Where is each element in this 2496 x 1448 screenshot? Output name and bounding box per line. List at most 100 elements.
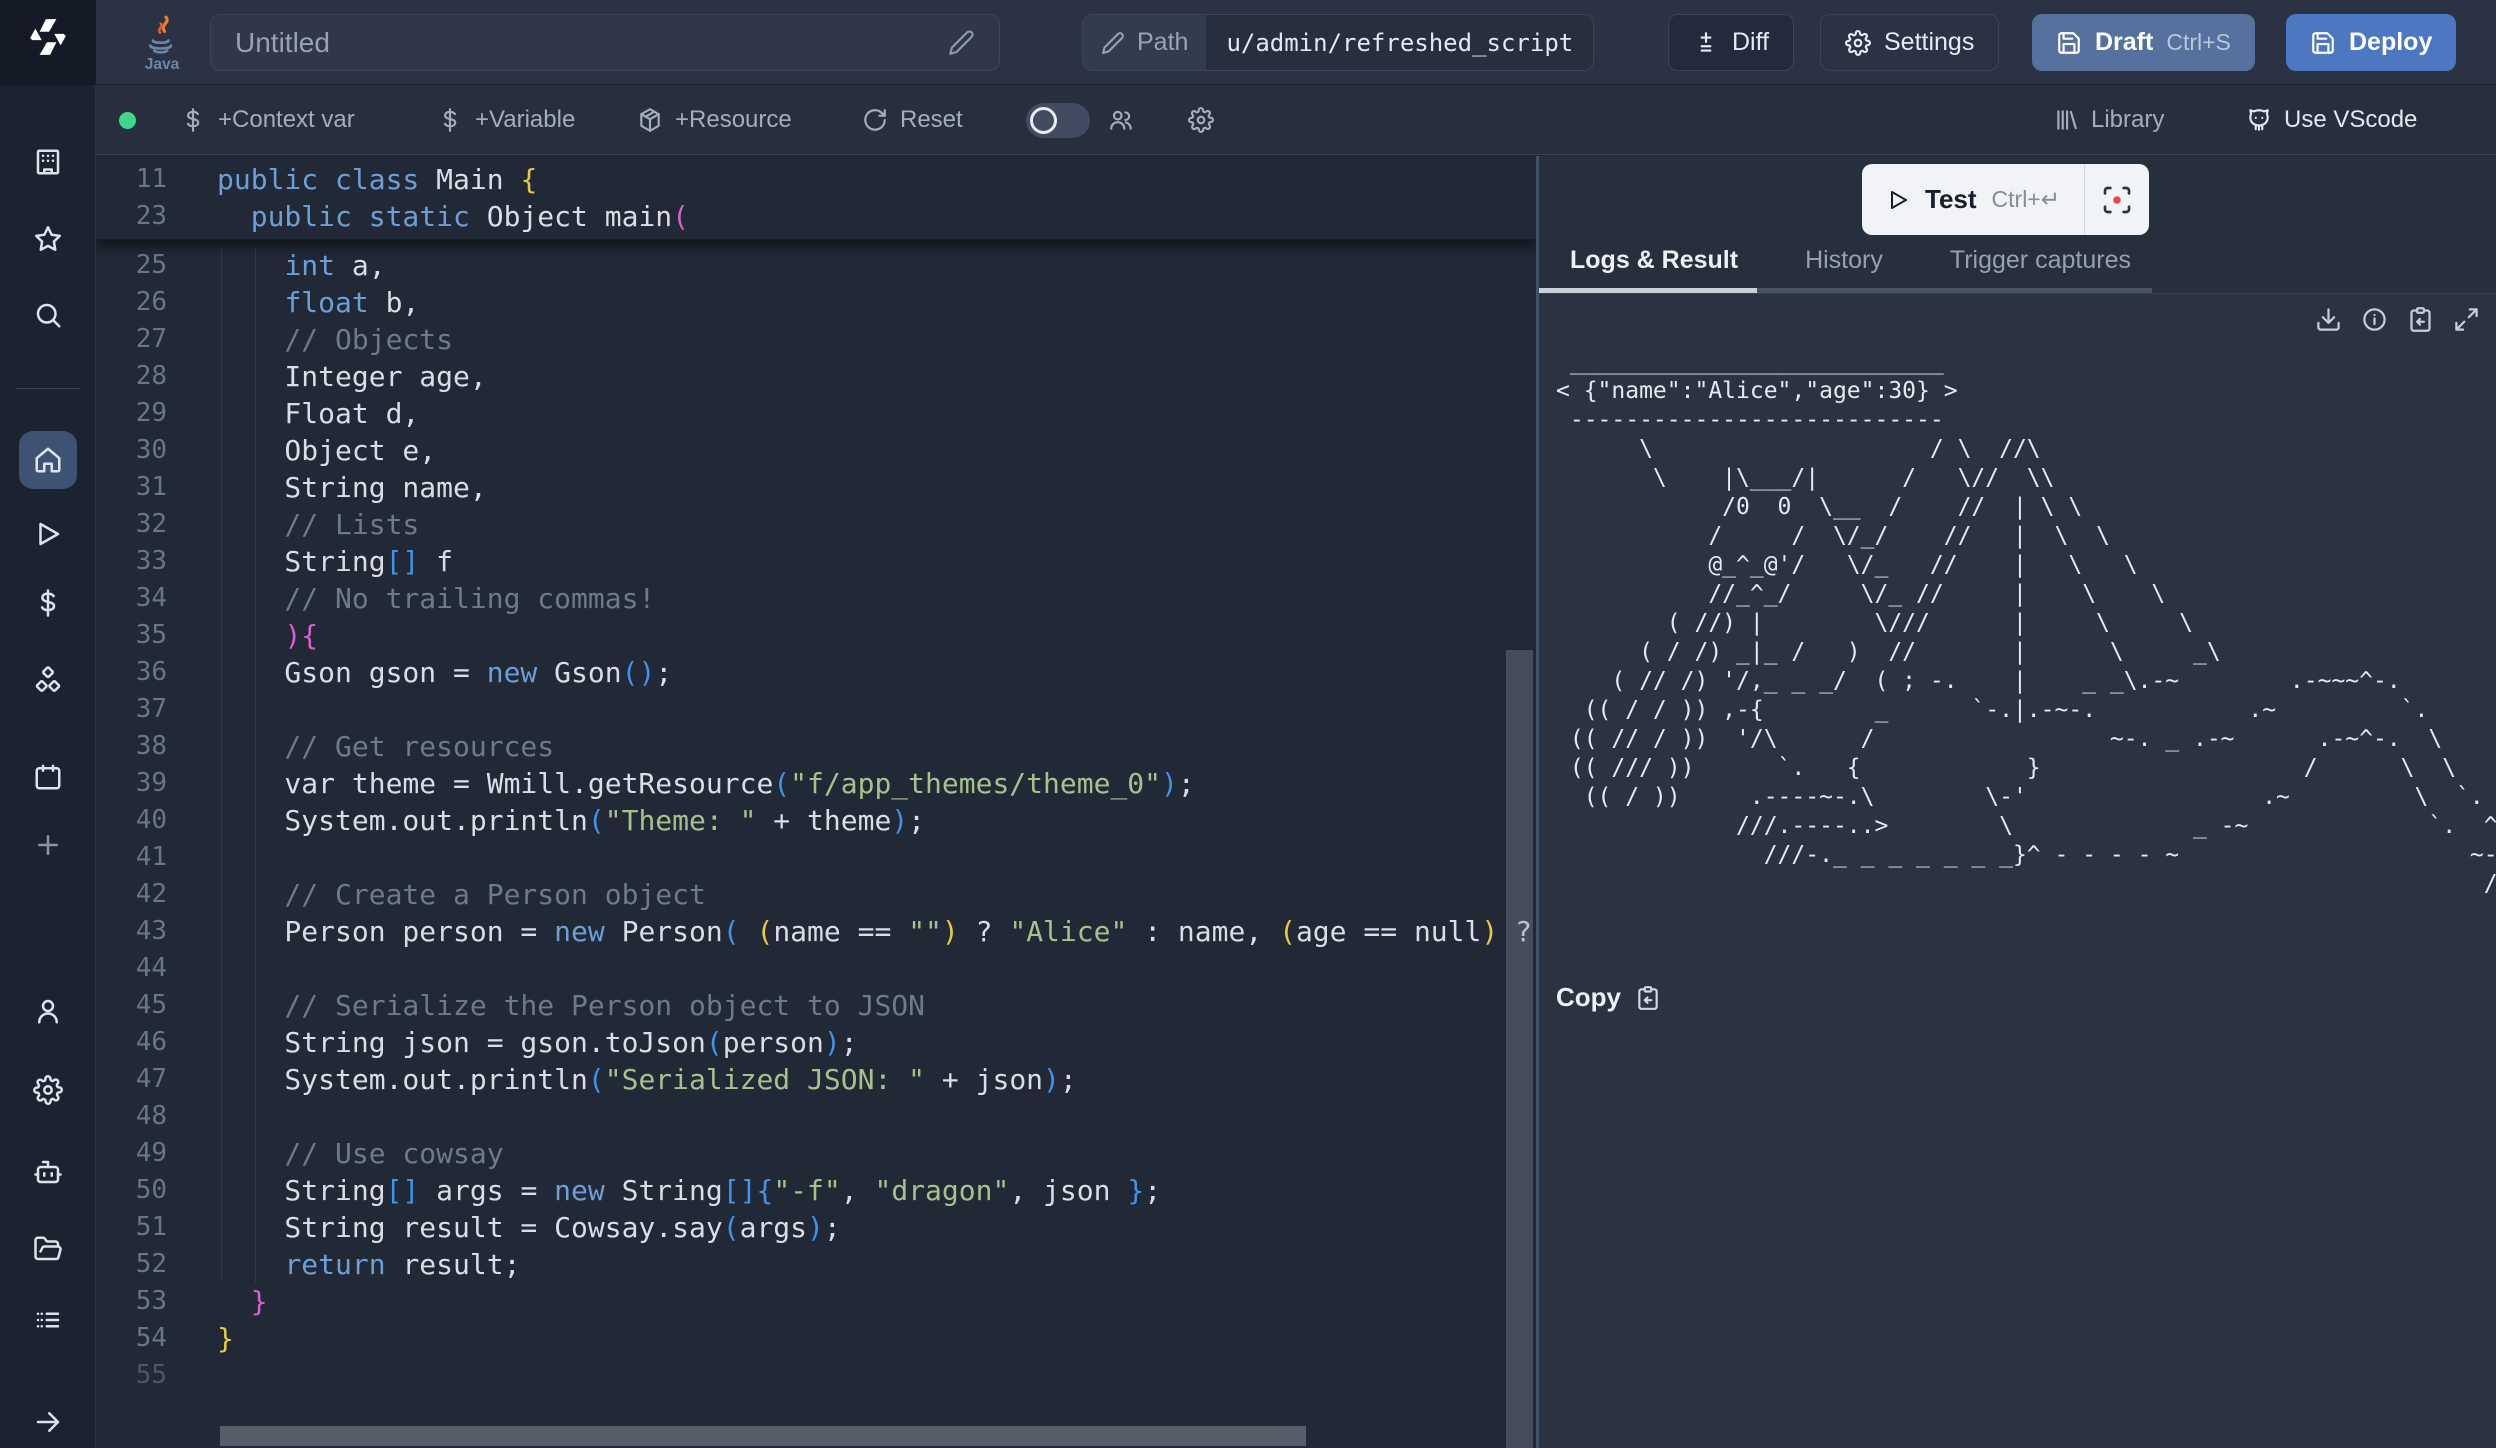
code-line[interactable]: 38 // Get resources — [96, 728, 1536, 765]
play-icon — [1886, 188, 1910, 212]
test-button-main[interactable]: Test Ctrl+↵ — [1862, 164, 2084, 235]
topbar: Java Untitled Path u/admin/refreshed_scr… — [96, 0, 2496, 85]
code-line[interactable]: 53 } — [96, 1283, 1536, 1320]
variable-label: +Variable — [475, 106, 575, 134]
copy-result-button[interactable]: Copy — [1556, 982, 1661, 1013]
editor-settings-button[interactable] — [1188, 85, 1214, 155]
code-line[interactable]: 49 // Use cowsay — [96, 1135, 1536, 1172]
code-line[interactable]: 23 public static Object main( — [96, 198, 1536, 235]
line-number: 37 — [96, 691, 167, 728]
sidebar-item-favorites[interactable] — [0, 224, 96, 254]
code-line[interactable]: 47 System.out.println("Serialized JSON: … — [96, 1061, 1536, 1098]
sidebar-item-search[interactable] — [0, 300, 96, 330]
sidebar-collapse[interactable] — [0, 1407, 96, 1437]
code-line[interactable]: 30 Object e, — [96, 432, 1536, 469]
library-button[interactable]: Library — [2053, 85, 2164, 155]
sidebar-divider — [16, 388, 80, 389]
sidebar-item-variables[interactable] — [0, 588, 96, 618]
code-line[interactable]: 42 // Create a Person object — [96, 876, 1536, 913]
code-line[interactable]: 55 — [96, 1357, 1536, 1394]
info-icon[interactable] — [2361, 306, 2388, 333]
collaborators-button[interactable] — [1108, 85, 1134, 155]
code-line[interactable]: 34 // No trailing commas! — [96, 580, 1536, 617]
windmill-logo-icon[interactable] — [27, 16, 69, 58]
horizontal-scrollbar[interactable] — [220, 1426, 1306, 1446]
code-line[interactable]: 33 String[] f — [96, 543, 1536, 580]
code-line[interactable]: 44 — [96, 950, 1536, 987]
code-line[interactable]: 27 // Objects — [96, 321, 1536, 358]
code-line[interactable]: 37 — [96, 691, 1536, 728]
code-editor[interactable]: 25 int a,26 float b,27 // Objects28 Inte… — [96, 156, 1536, 1448]
home-icon — [33, 445, 63, 475]
code-line[interactable]: 40 System.out.println("Theme: " + theme)… — [96, 802, 1536, 839]
line-number: 25 — [96, 247, 167, 284]
code-line[interactable]: 46 String json = gson.toJson(person); — [96, 1024, 1536, 1061]
code-line[interactable]: 52 return result; — [96, 1246, 1536, 1283]
path-value[interactable]: u/admin/refreshed_script — [1206, 15, 1593, 70]
code-text: // Create a Person object — [217, 876, 706, 913]
code-line[interactable]: 31 String name, — [96, 469, 1536, 506]
code-line[interactable]: 25 int a, — [96, 247, 1536, 284]
code-line[interactable]: 54} — [96, 1320, 1536, 1357]
sidebar-item-home[interactable] — [0, 431, 96, 489]
pencil-icon[interactable] — [948, 29, 975, 56]
deploy-button[interactable]: Deploy — [2286, 14, 2456, 71]
line-number: 48 — [96, 1098, 167, 1135]
code-line[interactable]: 45 // Serialize the Person object to JSO… — [96, 987, 1536, 1024]
code-line[interactable]: 50 String[] args = new String[]{"-f", "d… — [96, 1172, 1536, 1209]
test-button[interactable]: Test Ctrl+↵ — [1862, 164, 2149, 235]
code-line[interactable]: 51 String result = Cowsay.say(args); — [96, 1209, 1536, 1246]
tab-history[interactable]: History — [1805, 246, 1883, 275]
code-line[interactable]: 29 Float d, — [96, 395, 1536, 432]
result-tabs: Logs & Result History Trigger captures — [1570, 246, 2131, 275]
draft-button[interactable]: Draft Ctrl+S — [2032, 14, 2255, 71]
building-icon — [33, 147, 63, 177]
tab-logs-result[interactable]: Logs & Result — [1570, 246, 1738, 275]
code-line[interactable]: 39 var theme = Wmill.getResource("f/app_… — [96, 765, 1536, 802]
code-line[interactable]: 41 — [96, 839, 1536, 876]
sidebar-item-folders[interactable] — [0, 1234, 96, 1264]
sidebar-item-account[interactable] — [0, 996, 96, 1026]
code-line[interactable]: 43 Person person = new Person( (name == … — [96, 913, 1536, 950]
path-control[interactable]: Path u/admin/refreshed_script — [1082, 14, 1594, 71]
sidebar-item-logs[interactable] — [0, 1305, 96, 1335]
assistant-toggle[interactable] — [1026, 103, 1090, 138]
boxes-icon — [33, 666, 63, 696]
sidebar-item-resources[interactable] — [0, 666, 96, 696]
capture-button[interactable] — [2085, 164, 2149, 235]
sidebar-item-ai[interactable] — [0, 1157, 96, 1187]
script-title-input[interactable]: Untitled — [210, 14, 1000, 71]
code-text: String[] f — [217, 543, 453, 580]
code-line[interactable]: 11public class Main { — [96, 161, 1536, 198]
sidebar-item-runs[interactable] — [0, 519, 96, 549]
download-icon[interactable] — [2315, 306, 2342, 333]
reset-button[interactable]: Reset — [862, 85, 963, 155]
svg-text:Java: Java — [145, 56, 180, 72]
sidebar-item-settings[interactable] — [0, 1075, 96, 1105]
add-resource-button[interactable]: +Resource — [637, 85, 792, 155]
sidebar-item-add[interactable] — [0, 830, 96, 860]
line-number: 27 — [96, 321, 167, 358]
sidebar-item-workspace[interactable] — [0, 147, 96, 177]
code-line[interactable]: 28 Integer age, — [96, 358, 1536, 395]
code-text: // Get resources — [217, 728, 554, 765]
vertical-scrollbar[interactable] — [1506, 650, 1533, 1448]
add-context-var-button[interactable]: +Context var — [180, 85, 355, 155]
clipboard-icon[interactable] — [2407, 306, 2434, 333]
code-line[interactable]: 32 // Lists — [96, 506, 1536, 543]
line-number: 31 — [96, 469, 167, 506]
expand-icon[interactable] — [2453, 306, 2480, 333]
line-number: 55 — [96, 1357, 167, 1394]
code-line[interactable]: 26 float b, — [96, 284, 1536, 321]
line-number: 39 — [96, 765, 167, 802]
add-variable-button[interactable]: +Variable — [437, 85, 575, 155]
code-line[interactable]: 36 Gson gson = new Gson(); — [96, 654, 1536, 691]
code-line[interactable]: 48 — [96, 1098, 1536, 1135]
use-vscode-button[interactable]: Use VScode — [2246, 85, 2417, 155]
sidebar-item-schedules[interactable] — [0, 762, 96, 792]
settings-button[interactable]: Settings — [1820, 14, 1999, 71]
code-line[interactable]: 35 ){ — [96, 617, 1536, 654]
code-text: } — [217, 1283, 268, 1320]
diff-button[interactable]: Diff — [1668, 14, 1794, 71]
tab-trigger-captures[interactable]: Trigger captures — [1950, 246, 2131, 275]
